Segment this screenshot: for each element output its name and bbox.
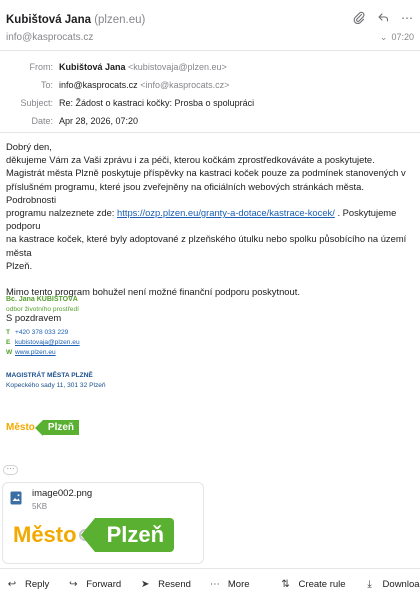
body-line-4: programu nalzeznete zde: https://ozp.plz… [6,206,416,232]
signature-email-row: Ekubistovaja@plzen.eu [6,338,306,348]
from-value[interactable]: Kubištová Jana <kubistovaja@plzen.eu> [59,62,227,72]
download-icon: ⤓ [367,579,372,590]
reply-button[interactable]: ↩ Reply [6,579,50,590]
more-icon: ⋯ [209,579,220,590]
attachment-card[interactable]: image002.png 5KB Město Plzeň [2,482,204,564]
program-link[interactable]: https://ozp.plzen.eu/granty-a-dotace/kas… [117,207,335,218]
paperclip-icon[interactable] [352,11,366,25]
attachment-size: 5KB [32,502,48,511]
show-quoted-button[interactable]: ··· [3,465,18,475]
signature-address: Kopeckého sady 11, 301 32 Plzeň [6,382,106,389]
signature-web-row: Wwww.plzen.eu [6,348,306,358]
attachment-preview-logo: Město Plzeň [13,518,175,552]
chevron-down-icon[interactable]: ⌄ [380,32,388,42]
bottom-toolbar: ↩ Reply ↪ Forward ➤ Resend ⋯ More ⇅ Crea… [0,568,420,600]
reply-label: Reply [25,579,50,590]
email-key: E [6,339,11,346]
signature-org: MAGISTRÁT MĚSTA PLZNĚ [6,372,93,379]
more-label: More [227,579,250,590]
resend-icon: ➤ [140,579,150,590]
forward-icon: ↪ [69,579,78,590]
body-line-5: na kastrace koček, které byly adoptované… [6,233,407,258]
subject-value: Re: Žádost o kastraci kočky: Prosba o sp… [59,98,255,108]
subject-label: Subject: [20,98,53,108]
sender-name: Kubištová Jana [6,14,91,26]
meta-date-row: Date: Apr 28, 2026, 07:20 [0,112,420,130]
date-value: Apr 28, 2026, 07:20 [59,116,139,126]
message-meta: From: Kubištová Jana <kubistovaja@plzen.… [0,58,420,130]
signature-email[interactable]: kubistovaja@plzen.eu [15,339,80,346]
rule-icon: ⇅ [281,579,290,590]
preview-word-plzen: Plzeň [80,518,175,552]
image-file-icon [10,491,22,505]
sender-heading: Kubištová Jana (plzen.eu) [6,14,145,26]
to-label: To: [40,80,53,90]
logo-word-mesto: Město [6,422,35,433]
message-header: Kubištová Jana (plzen.eu) info@kasprocat… [0,0,420,50]
body-line-3: příslušném programu, které jsou zveřejně… [6,180,364,205]
meta-divider [0,132,420,133]
signature-dept: odbor životního prostředí [6,306,79,313]
from-address: <kubistovaja@plzen.eu> [128,62,227,72]
from-name: Kubištová Jana [59,62,126,72]
header-time: ⌄ 07:20 [380,32,414,43]
header-actions: ⋯ [352,11,414,25]
body-line-1: děkujeme Vám za Vaši zprávu i za péči, k… [6,154,375,166]
preview-word-mesto: Město [13,522,77,547]
resend-label: Resend [158,579,191,590]
date-label: Date: [31,116,53,126]
signature-phone-row: T +420 378 033 229 [6,328,306,338]
attachment-name: image002.png [32,488,93,499]
meta-from-row: From: Kubištová Jana <kubistovaja@plzen.… [0,58,420,76]
sender-domain: (plzen.eu) [94,14,146,26]
to-value[interactable]: info@kasprocats.cz <info@kasprocats.cz> [59,80,229,90]
signature-name: Bc. Jana KUBIŠTOVÁ [6,296,78,303]
to-address-full: <info@kasprocats.cz> [140,80,230,90]
from-label: From: [29,62,54,72]
create-rule-button[interactable]: ⇅ Create rule [280,579,346,590]
body-line-2: Magistrát města Plzně poskytuje příspěvk… [6,167,406,179]
signature-phone: +420 378 033 229 [15,329,69,336]
email-signature: Bc. Jana KUBIŠTOVÁ odbor životního prost… [6,295,306,391]
body-line-6: Plzeň. [6,259,33,271]
to-address: info@kasprocats.cz [59,80,138,90]
more-dots-icon[interactable]: ⋯ [400,11,414,25]
meta-subject-row: Subject: Re: Žádost o kastraci kočky: Pr… [0,94,420,112]
web-key: W [6,349,13,356]
time-label: 07:20 [391,32,414,42]
meta-to-row: To: info@kasprocats.cz <info@kasprocats.… [0,76,420,94]
logo-word-plzen: Plzeň [34,420,80,436]
more-button[interactable]: ⋯ More [209,579,250,590]
resend-button[interactable]: ➤ Resend [139,579,191,590]
download-button[interactable]: ⤓ Download [364,579,420,590]
account-address: info@kasprocats.cz [6,32,94,43]
forward-label: Forward [86,579,122,590]
city-logo-small: Město Plzeň [6,420,80,436]
reply-arrow-icon[interactable] [376,11,390,25]
body-line-4-pre: programu nalzeznete zde: [6,207,118,219]
greeting: Dobrý den, [6,141,52,152]
create-rule-label: Create rule [298,579,346,590]
header-divider [0,50,420,51]
forward-button[interactable]: ↪ Forward [67,579,121,590]
phone-key: T [6,329,11,336]
reply-icon: ↩ [7,579,17,590]
signature-web[interactable]: www.plzen.eu [15,349,56,356]
download-label: Download [382,579,420,590]
